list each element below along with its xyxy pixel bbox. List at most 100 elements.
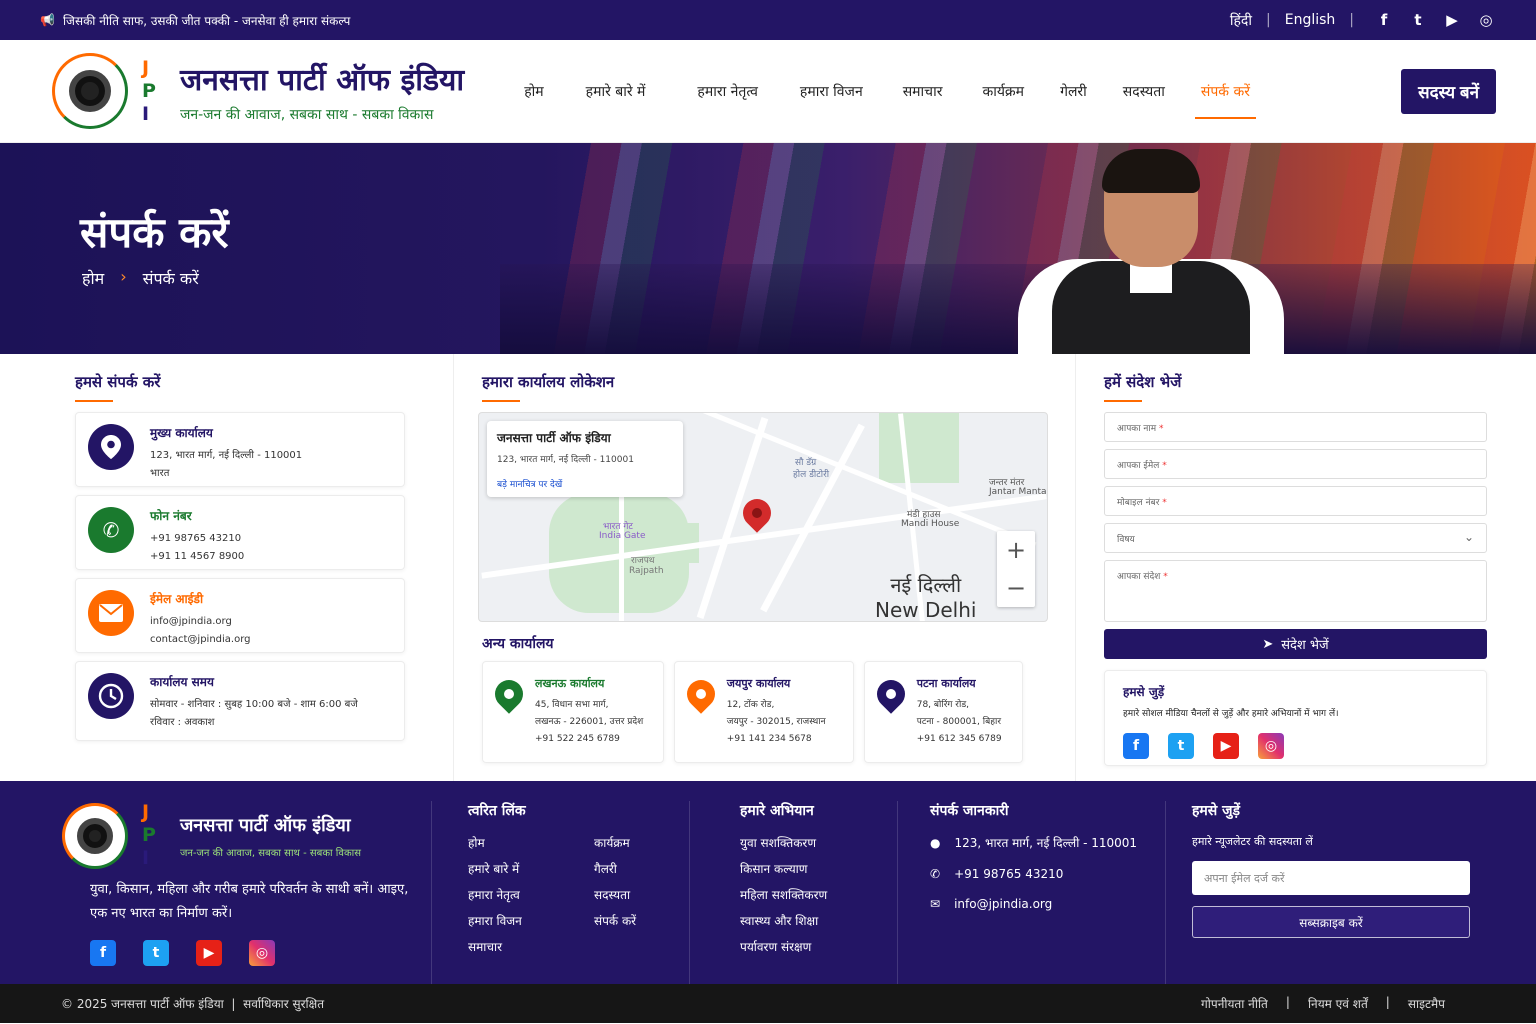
message-textarea[interactable]: आपका संदेश * [1104, 560, 1487, 622]
nav-gallery[interactable]: गेलरी [1060, 72, 1087, 111]
contact-card-line[interactable]: contact@jpindia.org [150, 631, 251, 649]
subscribe-button[interactable]: सब्सक्राइब करें [1192, 906, 1470, 938]
footer-link[interactable]: हमारा विजन [468, 912, 594, 929]
breadcrumb-home[interactable]: होम [82, 267, 104, 289]
facebook-icon[interactable]: f [1374, 10, 1394, 30]
contact-card-line[interactable]: +91 11 4567 8900 [150, 548, 244, 566]
footer-link[interactable]: हमारा नेतृत्व [468, 886, 594, 903]
footer-link[interactable]: समाचार [468, 938, 594, 955]
instagram-icon[interactable]: ◎ [1476, 10, 1496, 30]
campaign-link[interactable]: स्वास्थ्य और शिक्षा [740, 912, 897, 929]
email-field[interactable]: आपका ईमेल * [1104, 449, 1487, 479]
instagram-icon[interactable]: ◎ [249, 940, 275, 966]
footer-quick-links: त्वरित लिंक होम कार्यक्रम हमारे बारे में… [432, 801, 690, 984]
separator: | [1385, 995, 1390, 1009]
footer-link[interactable]: संपर्क करें [594, 912, 694, 929]
nav-home[interactable]: होम [524, 72, 543, 111]
location-pin-icon [680, 674, 721, 714]
send-label: संदेश भेजें [1281, 638, 1329, 653]
lang-hindi[interactable]: हिंदी [1230, 11, 1252, 30]
separator: | [1285, 995, 1290, 1009]
map-pin-icon[interactable] [737, 493, 777, 533]
nav-leadership[interactable]: हमारा नेतृत्व [697, 72, 757, 111]
contact-card-line[interactable]: +91 98765 43210 [150, 530, 244, 548]
office-map[interactable]: जनसत्ता पार्टी ऑफ इंडिया 123, भारत मार्ग… [478, 412, 1048, 622]
map-label: Mandi House [901, 519, 960, 529]
send-message-button[interactable]: ➤ संदेश भेजें [1104, 629, 1487, 659]
sitemap-link[interactable]: साइटमैप [1408, 995, 1445, 1012]
leader-photo [1018, 149, 1284, 354]
logo-letter-p: P [142, 79, 156, 102]
footer-logo[interactable]: JPI जनसत्ता पार्टी ऑफ इंडिया जन-जन की आव… [62, 801, 411, 870]
campaigns-title: हमारे अभियान [740, 803, 814, 819]
zoom-out-button[interactable]: − [1006, 574, 1026, 602]
legal-links: गोपनीयता नीति | नियम एवं शर्तें | साइटमै… [1201, 995, 1445, 1012]
youtube-icon[interactable]: ▶ [196, 940, 222, 966]
top-social-links: f t ▶ ◎ [1374, 10, 1496, 30]
contact-card-line: सोमवार - शनिवार : सुबह 10:00 बजे - शाम 6… [150, 699, 358, 710]
youtube-icon[interactable]: ▶ [1213, 733, 1239, 759]
facebook-icon[interactable]: f [1123, 733, 1149, 759]
mobile-field[interactable]: मोबाइल नंबर * [1104, 486, 1487, 516]
twitter-icon[interactable]: t [1168, 733, 1194, 759]
join-button[interactable]: सदस्य बनें [1401, 68, 1496, 114]
twitter-icon[interactable]: t [1408, 10, 1428, 30]
subject-select[interactable]: विषय ⌄ [1104, 523, 1487, 553]
privacy-link[interactable]: गोपनीयता नीति [1201, 995, 1268, 1012]
footer-link[interactable]: सदस्यता [594, 886, 694, 903]
nav-programs[interactable]: कार्यक्रम [982, 72, 1024, 111]
newsletter-email-input[interactable]: अपना ईमेल दर्ज करें [1192, 861, 1470, 895]
nav-news[interactable]: समाचार [903, 72, 943, 111]
contact-card-line[interactable]: info@jpindia.org [150, 613, 251, 631]
footer-brand-name: जनसत्ता पार्टी ऑफ इंडिया [179, 814, 351, 836]
footer-link[interactable]: होम [468, 834, 594, 851]
site-logo[interactable]: J P I [52, 53, 156, 129]
footer-link[interactable]: कार्यक्रम [594, 834, 694, 851]
main-nav: होम हमारे बारे में हमारा नेतृत्व हमारा व… [524, 72, 1257, 119]
logo-emblem [62, 802, 128, 869]
map-info-box: जनसत्ता पार्टी ऑफ इंडिया 123, भारत मार्ग… [487, 421, 683, 497]
nav-about[interactable]: हमारे बारे में [586, 72, 646, 111]
contact-card-phone: ✆ फोन नंबर +91 98765 43210 +91 11 4567 8… [75, 495, 405, 570]
campaign-link[interactable]: पर्यावरण संरक्षण [740, 938, 897, 955]
youtube-icon[interactable]: ▶ [1442, 10, 1462, 30]
footer-link[interactable]: हमारे बारे में [468, 860, 594, 877]
tagline: 📢 जिसकी नीति साफ, उसकी जीत पक्की - जनसेव… [40, 12, 350, 29]
instagram-icon[interactable]: ◎ [1258, 733, 1284, 759]
footer-email: ✉ info@jpindia.org [930, 897, 1053, 911]
tagline-text: जिसकी नीति साफ, उसकी जीत पक्की - जनसेवा … [62, 13, 351, 28]
contact-card-email: ईमेल आईडी info@jpindia.org contact@jpind… [75, 578, 405, 653]
office-card-lucknow: लखनऊ कार्यालय 45, विधान सभा मार्ग, लखनऊ … [482, 661, 664, 763]
campaign-link[interactable]: युवा सशक्तिकरण [740, 834, 897, 851]
office-line: 12, टोंक रोड, [726, 700, 775, 710]
contact-card-line: भारत [150, 468, 170, 479]
contact-title: हमसे संपर्क करें [75, 372, 405, 402]
main-content: हमसे संपर्क करें मुख्य कार्यालय 123, भार… [0, 354, 1536, 781]
facebook-icon[interactable]: f [90, 940, 116, 966]
campaign-link[interactable]: किसान कल्याण [740, 860, 897, 877]
logo-letter-j: J [142, 56, 150, 79]
other-offices: लखनऊ कार्यालय 45, विधान सभा मार्ग, लखनऊ … [482, 661, 1023, 763]
nav-vision[interactable]: हमारा विजन [800, 72, 863, 111]
office-line: 78, बोरिंग रोड, [916, 700, 969, 710]
twitter-icon[interactable]: t [143, 940, 169, 966]
campaign-link[interactable]: महिला सशक्तिकरण [740, 886, 897, 903]
quick-links-grid: होम कार्यक्रम हमारे बारे में गैलरी हमारा… [468, 834, 689, 955]
office-card-jaipur: जयपुर कार्यालय 12, टोंक रोड, जयपुर - 302… [673, 661, 854, 763]
chevron-down-icon: ⌄ [1463, 530, 1474, 544]
terms-link[interactable]: नियम एवं शर्तें [1308, 995, 1368, 1012]
tyre-icon [77, 817, 113, 854]
top-bar: 📢 जिसकी नीति साफ, उसकी जीत पक्की - जनसेव… [0, 0, 1536, 40]
nav-contact[interactable]: संपर्क करें [1194, 72, 1257, 119]
message-title: हमें संदेश भेजें [1104, 372, 1459, 402]
nav-membership[interactable]: सदस्यता [1123, 72, 1165, 111]
photo-hair [1102, 149, 1200, 193]
top-bar-right: हिंदी | English | f t ▶ ◎ [1230, 10, 1496, 30]
zoom-in-button[interactable]: + [1006, 536, 1026, 564]
breadcrumb-current: संपर्क करें [142, 269, 199, 288]
connect-text: हमारे सोशल मीडिया चैनलों से जुड़ें और हम… [1123, 709, 1339, 719]
lang-english[interactable]: English [1285, 12, 1336, 28]
larger-map-link[interactable]: बड़े मानचित्र पर देखें [497, 477, 673, 490]
footer-link[interactable]: गैलरी [594, 860, 694, 877]
name-field[interactable]: आपका नाम * [1104, 412, 1487, 442]
